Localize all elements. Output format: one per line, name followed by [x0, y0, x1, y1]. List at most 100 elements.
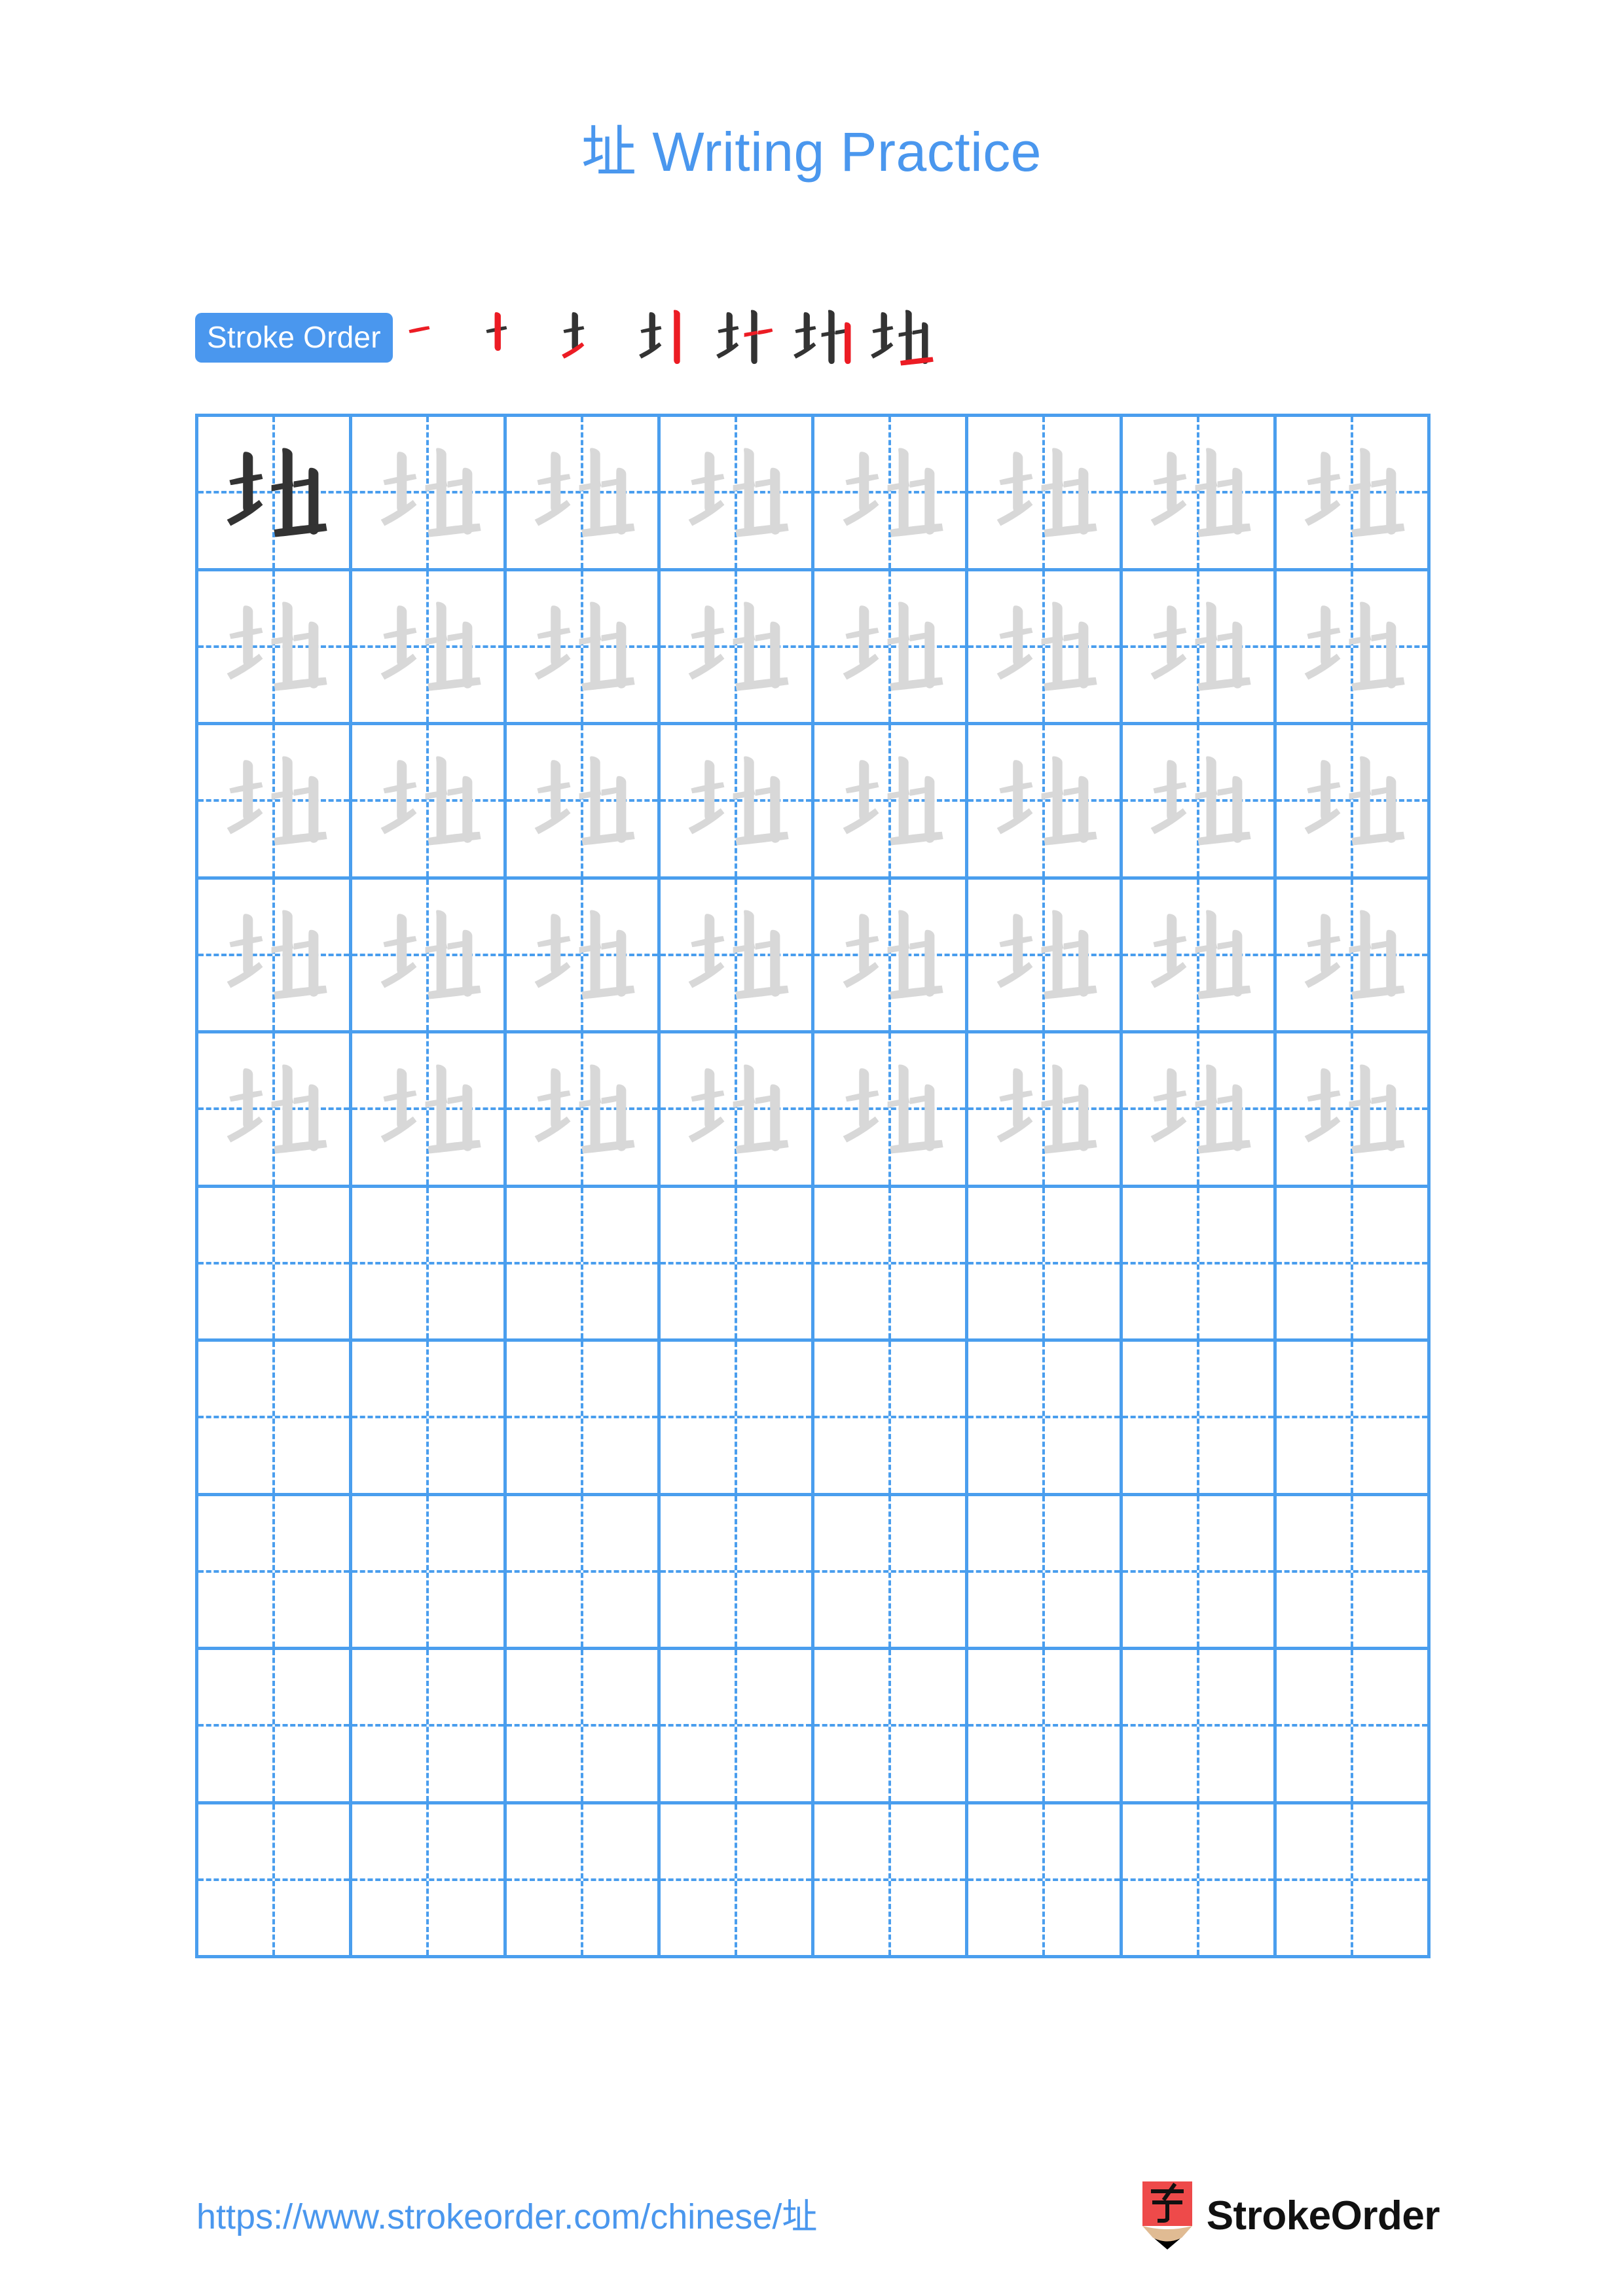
practice-cell-6-5[interactable] [814, 1187, 969, 1342]
practice-cell-2-1[interactable] [198, 571, 353, 725]
practice-cell-8-1[interactable] [198, 1496, 353, 1650]
practice-cell-3-6[interactable] [968, 725, 1123, 880]
trace-character [814, 571, 965, 723]
practice-cell-10-4[interactable] [660, 1804, 814, 1958]
trace-character [507, 1033, 657, 1185]
practice-cell-3-3[interactable] [506, 725, 661, 880]
practice-cell-7-1[interactable] [198, 1342, 353, 1496]
practice-cell-8-7[interactable] [1122, 1496, 1277, 1650]
practice-cell-10-6[interactable] [968, 1804, 1123, 1958]
practice-cell-4-1[interactable] [198, 879, 353, 1033]
practice-cell-6-6[interactable] [968, 1187, 1123, 1342]
practice-cell-10-3[interactable] [506, 1804, 661, 1958]
practice-cell-3-7[interactable] [1122, 725, 1277, 880]
practice-cell-2-3[interactable] [506, 571, 661, 725]
practice-cell-4-3[interactable] [506, 879, 661, 1033]
practice-cell-1-4[interactable] [660, 417, 814, 571]
practice-cell-5-8[interactable] [1276, 1033, 1431, 1188]
practice-cell-9-7[interactable] [1122, 1650, 1277, 1804]
practice-cell-2-4[interactable] [660, 571, 814, 725]
practice-cell-7-2[interactable] [352, 1342, 507, 1496]
trace-character [968, 880, 1119, 1031]
practice-cell-10-7[interactable] [1122, 1804, 1277, 1958]
trace-character [814, 880, 965, 1031]
practice-cell-8-4[interactable] [660, 1496, 814, 1650]
practice-cell-8-3[interactable] [506, 1496, 661, 1650]
practice-cell-8-6[interactable] [968, 1496, 1123, 1650]
trace-character [814, 417, 965, 568]
practice-cell-1-1[interactable] [198, 417, 353, 571]
practice-cell-2-6[interactable] [968, 571, 1123, 725]
trace-character [198, 571, 349, 723]
practice-cell-7-8[interactable] [1276, 1342, 1431, 1496]
practice-cell-10-1[interactable] [198, 1804, 353, 1958]
practice-cell-4-6[interactable] [968, 879, 1123, 1033]
practice-cell-9-2[interactable] [352, 1650, 507, 1804]
practice-cell-3-2[interactable] [352, 725, 507, 880]
practice-cell-4-5[interactable] [814, 879, 969, 1033]
practice-cell-5-5[interactable] [814, 1033, 969, 1188]
trace-character [1123, 1033, 1273, 1185]
practice-cell-4-2[interactable] [352, 879, 507, 1033]
practice-cell-7-7[interactable] [1122, 1342, 1277, 1496]
trace-character [198, 1033, 349, 1185]
practice-cell-10-8[interactable] [1276, 1804, 1431, 1958]
practice-row [198, 879, 1431, 1033]
practice-cell-5-1[interactable] [198, 1033, 353, 1188]
practice-cell-4-7[interactable] [1122, 879, 1277, 1033]
practice-cell-7-4[interactable] [660, 1342, 814, 1496]
practice-cell-1-3[interactable] [506, 417, 661, 571]
practice-cell-3-8[interactable] [1276, 725, 1431, 880]
practice-cell-5-4[interactable] [660, 1033, 814, 1188]
practice-cell-6-2[interactable] [352, 1187, 507, 1342]
practice-row [198, 1033, 1431, 1188]
trace-character [198, 725, 349, 876]
practice-cell-1-6[interactable] [968, 417, 1123, 571]
practice-row [198, 1804, 1431, 1958]
practice-cell-1-2[interactable] [352, 417, 507, 571]
practice-cell-3-4[interactable] [660, 725, 814, 880]
practice-row [198, 571, 1431, 725]
practice-row [198, 725, 1431, 880]
practice-cell-2-7[interactable] [1122, 571, 1277, 725]
practice-cell-9-8[interactable] [1276, 1650, 1431, 1804]
practice-cell-2-5[interactable] [814, 571, 969, 725]
practice-cell-9-6[interactable] [968, 1650, 1123, 1804]
practice-cell-4-8[interactable] [1276, 879, 1431, 1033]
practice-cell-1-5[interactable] [814, 417, 969, 571]
trace-character [507, 725, 657, 876]
practice-cell-5-2[interactable] [352, 1033, 507, 1188]
stroke-order-steps [398, 299, 939, 376]
practice-cell-9-1[interactable] [198, 1650, 353, 1804]
practice-cell-4-4[interactable] [660, 879, 814, 1033]
practice-cell-6-4[interactable] [660, 1187, 814, 1342]
practice-cell-3-5[interactable] [814, 725, 969, 880]
practice-cell-8-2[interactable] [352, 1496, 507, 1650]
practice-cell-6-1[interactable] [198, 1187, 353, 1342]
practice-cell-5-6[interactable] [968, 1033, 1123, 1188]
practice-cell-7-6[interactable] [968, 1342, 1123, 1496]
practice-cell-10-5[interactable] [814, 1804, 969, 1958]
practice-cell-9-5[interactable] [814, 1650, 969, 1804]
practice-cell-2-2[interactable] [352, 571, 507, 725]
source-url-link[interactable]: https://www.strokeorder.com/chinese/址 [196, 2187, 817, 2239]
practice-cell-5-3[interactable] [506, 1033, 661, 1188]
brand-lockup: StrokeOrder [1140, 2179, 1440, 2251]
practice-cell-7-5[interactable] [814, 1342, 969, 1496]
practice-cell-1-7[interactable] [1122, 417, 1277, 571]
practice-cell-8-8[interactable] [1276, 1496, 1431, 1650]
practice-cell-9-3[interactable] [506, 1650, 661, 1804]
practice-cell-10-2[interactable] [352, 1804, 507, 1958]
practice-cell-6-3[interactable] [506, 1187, 661, 1342]
stroke-step-4 [630, 299, 707, 376]
practice-cell-8-5[interactable] [814, 1496, 969, 1650]
practice-cell-6-7[interactable] [1122, 1187, 1277, 1342]
trace-character [661, 417, 811, 568]
practice-cell-5-7[interactable] [1122, 1033, 1277, 1188]
practice-cell-7-3[interactable] [506, 1342, 661, 1496]
practice-cell-9-4[interactable] [660, 1650, 814, 1804]
practice-cell-1-8[interactable] [1276, 417, 1431, 571]
practice-cell-6-8[interactable] [1276, 1187, 1431, 1342]
practice-cell-2-8[interactable] [1276, 571, 1431, 725]
practice-cell-3-1[interactable] [198, 725, 353, 880]
